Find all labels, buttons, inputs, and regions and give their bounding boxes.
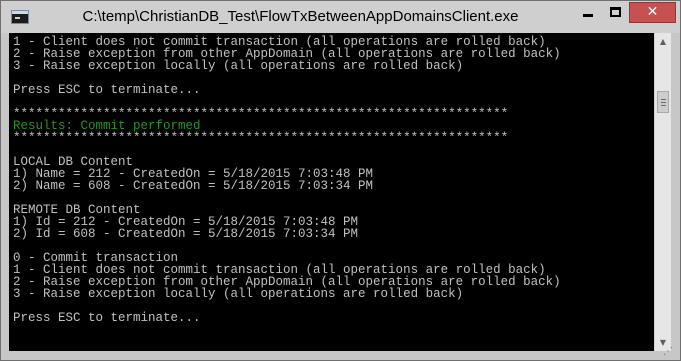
scrollbar-thumb[interactable]: [657, 91, 669, 113]
console-app-icon[interactable]: [11, 10, 29, 24]
window-title: C:\temp\ChristianDB_Test\FlowTxBetweenAp…: [82, 8, 519, 25]
close-icon: ✕: [646, 4, 659, 20]
console-lines-before: 1 - Client does not commit transaction (…: [13, 35, 561, 121]
resize-grip-icon[interactable]: ⋰: [663, 345, 677, 358]
scroll-up-arrow-icon[interactable]: ▲: [655, 33, 671, 50]
vertical-scrollbar[interactable]: ▲ ▼: [654, 33, 671, 351]
maximize-button[interactable]: [602, 2, 629, 23]
console-lines-after: ****************************************…: [13, 131, 561, 325]
maximize-icon: [610, 7, 621, 17]
title-bar[interactable]: C:\temp\ChristianDB_Test\FlowTxBetweenAp…: [1, 1, 680, 33]
close-button[interactable]: ✕: [629, 2, 676, 23]
console-output[interactable]: 1 - Client does not commit transaction (…: [9, 33, 654, 351]
minimize-button[interactable]: [574, 2, 602, 23]
console-window: C:\temp\ChristianDB_Test\FlowTxBetweenAp…: [0, 0, 681, 361]
console-text: 1 - Client does not commit transaction (…: [9, 33, 654, 325]
minimize-icon: [583, 14, 593, 17]
